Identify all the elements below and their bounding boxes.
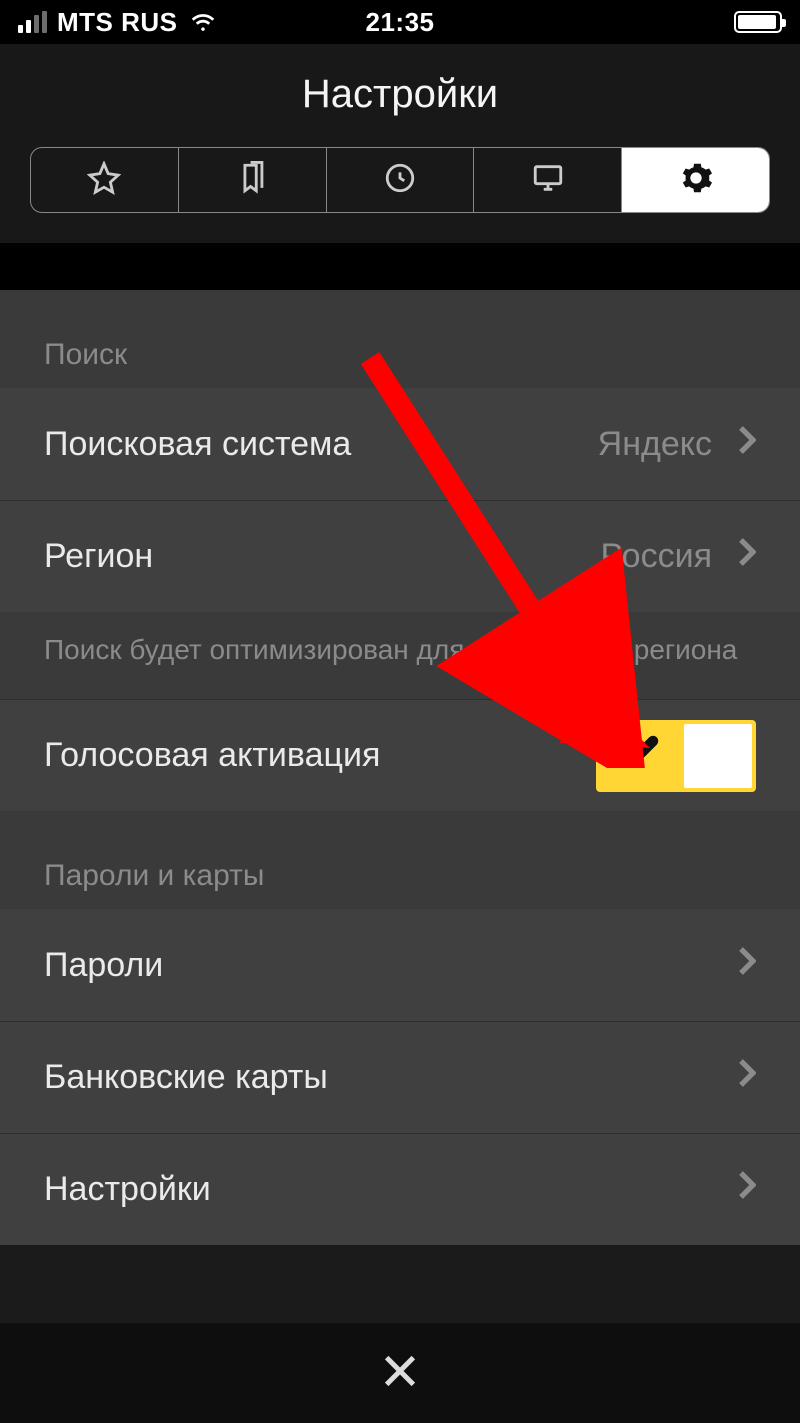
star-icon xyxy=(87,161,121,200)
row-search-engine[interactable]: Поисковая система Яндекс xyxy=(0,388,800,500)
page-title: Настройки xyxy=(0,72,800,117)
row-label: Регион xyxy=(44,537,153,576)
status-bar: MTS RUS 21:35 xyxy=(0,0,800,44)
settings-list: Поиск Поисковая система Яндекс Регион Ро… xyxy=(0,290,800,1323)
close-button[interactable] xyxy=(380,1351,420,1396)
row-label: Банковские карты xyxy=(44,1058,328,1097)
chevron-right-icon xyxy=(738,1170,756,1209)
chevron-right-icon xyxy=(738,946,756,985)
tab-settings[interactable] xyxy=(622,148,769,212)
signal-icon xyxy=(18,11,47,33)
desktop-icon xyxy=(531,161,565,200)
category-tabs xyxy=(30,147,770,213)
row-region[interactable]: Регион Россия xyxy=(0,500,800,612)
chevron-right-icon xyxy=(738,1058,756,1097)
carrier-label: MTS RUS xyxy=(57,7,178,38)
check-icon xyxy=(618,730,660,781)
row-bank-cards[interactable]: Банковские карты xyxy=(0,1021,800,1133)
row-passwords[interactable]: Пароли xyxy=(0,909,800,1021)
row-subsettings[interactable]: Настройки xyxy=(0,1133,800,1245)
bookmarks-icon xyxy=(235,161,269,200)
row-voice-activation[interactable]: Голосовая активация xyxy=(0,699,800,811)
clock-icon xyxy=(383,161,417,200)
bottom-toolbar xyxy=(0,1323,800,1423)
battery-icon xyxy=(734,11,782,33)
tab-desktop[interactable] xyxy=(474,148,622,212)
section-header-passwords: Пароли и карты xyxy=(0,811,800,909)
gear-icon xyxy=(679,161,713,200)
voice-activation-toggle[interactable] xyxy=(596,720,756,792)
section-footer-search: Поиск будет оптимизирован для выбранного… xyxy=(0,612,800,699)
clock-label: 21:35 xyxy=(366,7,435,38)
chevron-right-icon xyxy=(738,537,756,576)
row-value: Яндекс xyxy=(598,425,712,464)
section-header-search: Поиск xyxy=(0,290,800,388)
chevron-right-icon xyxy=(738,425,756,464)
tab-favorites[interactable] xyxy=(31,148,179,212)
tab-bookmarks[interactable] xyxy=(179,148,327,212)
wifi-icon xyxy=(188,7,218,38)
row-label: Поисковая система xyxy=(44,425,351,464)
row-value: Россия xyxy=(601,537,713,576)
toggle-knob xyxy=(684,724,752,788)
row-label: Пароли xyxy=(44,946,163,985)
row-label: Настройки xyxy=(44,1170,211,1209)
tab-history[interactable] xyxy=(327,148,475,212)
row-label: Голосовая активация xyxy=(44,736,380,775)
settings-header: Настройки xyxy=(0,44,800,243)
